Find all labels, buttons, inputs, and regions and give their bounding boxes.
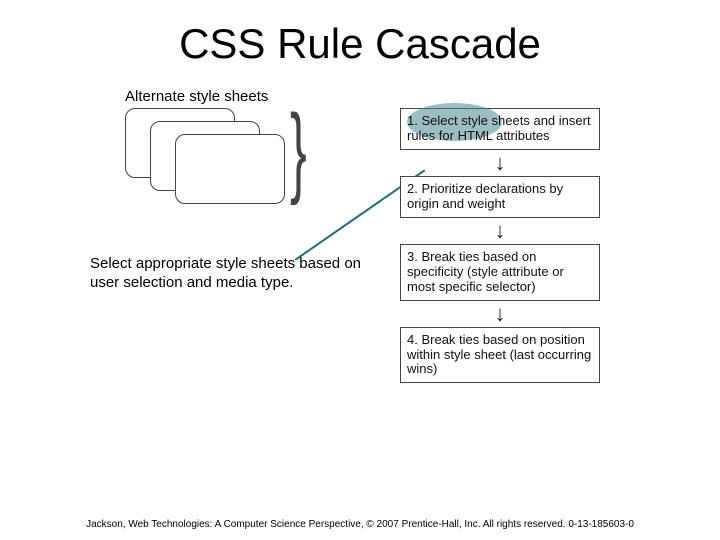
page-title: CSS Rule Cascade xyxy=(0,20,720,68)
step-number: 3. xyxy=(407,249,418,264)
step-text: Prioritize declarations by origin and we… xyxy=(407,181,563,211)
cascade-flow: 1. Select style sheets and insert rules … xyxy=(400,108,600,383)
arrow-down-icon: ↓ xyxy=(400,220,600,242)
step-text: Select style sheets and insert rules for… xyxy=(407,113,591,143)
footer-citation: Jackson, Web Technologies: A Computer Sc… xyxy=(0,519,720,530)
step-3: 3. Break ties based on specificity (styl… xyxy=(400,244,600,301)
step-2: 2. Prioritize declarations by origin and… xyxy=(400,176,600,218)
alt-stylesheets-label: Alternate style sheets xyxy=(125,88,268,105)
step-number: 1. xyxy=(407,113,418,128)
arrow-down-icon: ↓ xyxy=(400,303,600,325)
step-1: 1. Select style sheets and insert rules … xyxy=(400,108,600,150)
callout-text: Select appropriate style sheets based on… xyxy=(90,255,380,293)
step-number: 4. xyxy=(407,332,418,347)
step-text: Break ties based on position within styl… xyxy=(407,332,591,377)
brace-icon: } xyxy=(290,100,307,200)
step-number: 2. xyxy=(407,181,418,196)
step-4: 4. Break ties based on position within s… xyxy=(400,327,600,384)
stylesheet-stack-icon xyxy=(125,108,305,208)
stylesheet-card xyxy=(175,134,285,204)
arrow-down-icon: ↓ xyxy=(400,152,600,174)
step-text: Break ties based on specificity (style a… xyxy=(407,249,564,294)
